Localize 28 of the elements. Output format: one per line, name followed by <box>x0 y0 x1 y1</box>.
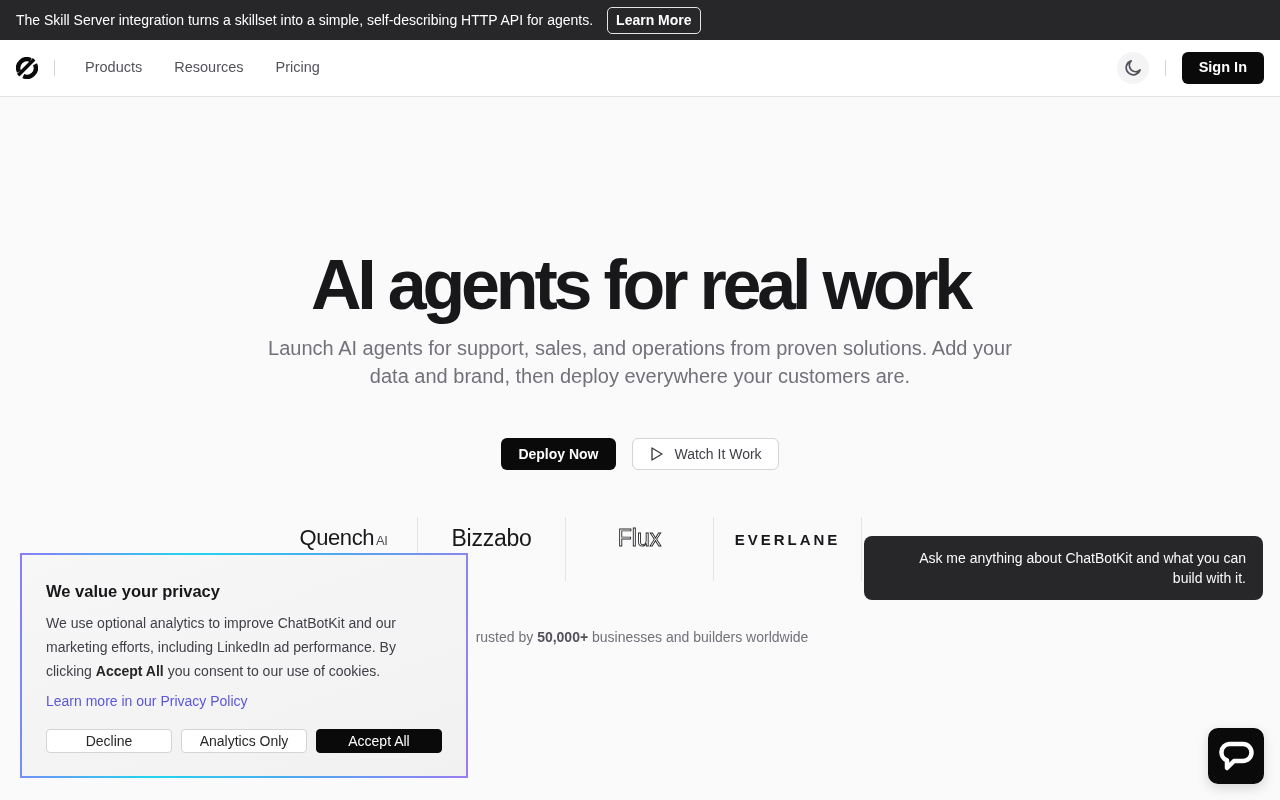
company-wordmark: Bizzabo <box>451 526 532 550</box>
moon-icon <box>1124 60 1141 76</box>
company-wordmark: EVERLANE <box>734 530 841 550</box>
secondary-button[interactable]: Decline <box>46 729 172 753</box>
cookie-text: We use optional analytics to improve ChatBotKit and our marketing efforts, including LinkedIn ad performance. By clicking Accept All you consent to our use of cookies. <box>46 614 397 681</box>
announcement-text: The Skill Server integration turns a skillset into a simple, self-describing HTTP API for agents. <box>16 10 594 30</box>
speech-bubble-icon <box>1218 741 1254 771</box>
hero-heading: AI agents for real work <box>309 247 971 324</box>
video-button[interactable]: Watch It Work <box>631 438 779 470</box>
trusted-by-text: rusted by 50,000+ businesses and builders worldwide <box>475 628 809 647</box>
logo-icon[interactable] <box>16 57 38 79</box>
cta-button[interactable]: Deploy Now <box>501 438 616 470</box>
chat-launcher-button[interactable] <box>1208 728 1264 784</box>
theme-toggle-button[interactable] <box>1116 52 1149 84</box>
nav-link[interactable]: Products <box>85 57 143 79</box>
nav-link[interactable]: Resources <box>174 57 244 79</box>
company-wordmark: Flux <box>617 526 662 550</box>
secondary-button[interactable]: Analytics Only <box>181 729 307 753</box>
learn-more-button[interactable]: Learn More <box>607 6 701 34</box>
sign-in-button[interactable]: Sign In <box>1181 52 1264 84</box>
chat-message: Ask me anything about ChatBotKit and what you can build with it. <box>864 536 1263 600</box>
primary-button[interactable]: Accept All <box>316 729 442 753</box>
play-icon <box>650 447 663 461</box>
company-wordmark: Quench AI <box>299 526 388 552</box>
hero-subtitle: Launch AI agents for support, sales, and operations from proven solutions. Add your data and brand, then deploy everywhere your customers are. <box>267 336 1013 389</box>
privacy-policy-link[interactable]: Learn more in our Privacy Policy <box>46 693 248 709</box>
nav-link[interactable]: Pricing <box>275 57 320 79</box>
cookie-title: We value your privacy <box>46 581 221 602</box>
